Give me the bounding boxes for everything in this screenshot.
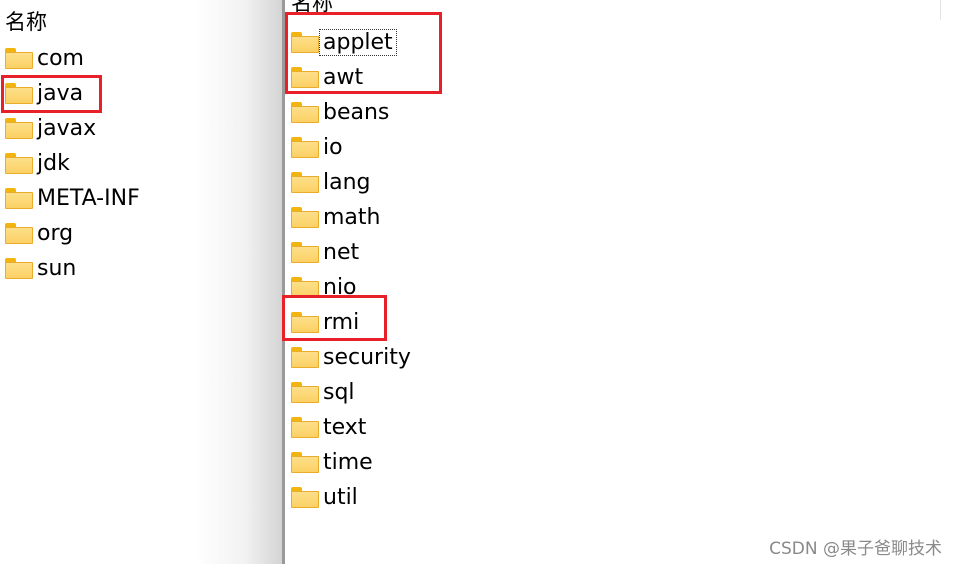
folder-label: sql bbox=[323, 380, 355, 405]
folder-item-com[interactable]: com bbox=[5, 41, 140, 76]
folder-item-text[interactable]: text bbox=[291, 410, 411, 445]
folder-icon bbox=[291, 102, 319, 123]
column-separator bbox=[940, 0, 941, 20]
folder-icon bbox=[291, 487, 319, 508]
folder-label: net bbox=[323, 240, 360, 265]
folder-icon bbox=[291, 347, 319, 368]
folder-label: text bbox=[323, 415, 367, 440]
folder-item-lang[interactable]: lang bbox=[291, 165, 411, 200]
folder-item-security[interactable]: security bbox=[291, 340, 411, 375]
folder-label: math bbox=[323, 205, 381, 230]
folder-label: security bbox=[323, 345, 411, 370]
folder-icon bbox=[5, 223, 33, 244]
folder-label: com bbox=[37, 46, 84, 71]
folder-item-javax[interactable]: javax bbox=[5, 111, 140, 146]
right-folder-list: applet awt beans io lang math net nio rmi securit… bbox=[291, 25, 411, 515]
folder-item-sql[interactable]: sql bbox=[291, 375, 411, 410]
folder-item-math[interactable]: math bbox=[291, 200, 411, 235]
highlight-box-java bbox=[1, 75, 102, 113]
folder-icon bbox=[5, 258, 33, 279]
folder-icon bbox=[291, 207, 319, 228]
folder-icon bbox=[291, 242, 319, 263]
highlight-box-applet-awt bbox=[285, 12, 442, 94]
folder-label: beans bbox=[323, 100, 390, 125]
folder-icon bbox=[291, 137, 319, 158]
folder-item-io[interactable]: io bbox=[291, 130, 411, 165]
folder-label: lang bbox=[323, 170, 371, 195]
folder-item-util[interactable]: util bbox=[291, 480, 411, 515]
folder-label: org bbox=[37, 221, 74, 246]
folder-item-sun[interactable]: sun bbox=[5, 251, 140, 286]
folder-icon bbox=[291, 172, 319, 193]
folder-icon bbox=[5, 118, 33, 139]
folder-icon bbox=[291, 382, 319, 403]
folder-label: util bbox=[323, 485, 358, 510]
folder-label: javax bbox=[37, 116, 97, 141]
folder-icon bbox=[5, 188, 33, 209]
folder-item-net[interactable]: net bbox=[291, 235, 411, 270]
folder-label: sun bbox=[37, 256, 77, 281]
watermark: CSDN @果子爸聊技术 bbox=[769, 539, 942, 559]
folder-icon bbox=[291, 417, 319, 438]
column-header-name[interactable]: 名称 bbox=[5, 10, 47, 34]
folder-icon bbox=[5, 153, 33, 174]
folder-item-beans[interactable]: beans bbox=[291, 95, 411, 130]
folder-item-meta-inf[interactable]: META-INF bbox=[5, 181, 140, 216]
folder-label: time bbox=[323, 450, 373, 475]
folder-label: jdk bbox=[37, 151, 70, 176]
folder-label: io bbox=[323, 135, 343, 160]
folder-item-time[interactable]: time bbox=[291, 445, 411, 480]
highlight-box-rmi bbox=[282, 295, 387, 341]
folder-item-org[interactable]: org bbox=[5, 216, 140, 251]
folder-item-jdk[interactable]: jdk bbox=[5, 146, 140, 181]
folder-label: META-INF bbox=[37, 186, 140, 211]
folder-icon bbox=[5, 48, 33, 69]
folder-icon bbox=[291, 452, 319, 473]
